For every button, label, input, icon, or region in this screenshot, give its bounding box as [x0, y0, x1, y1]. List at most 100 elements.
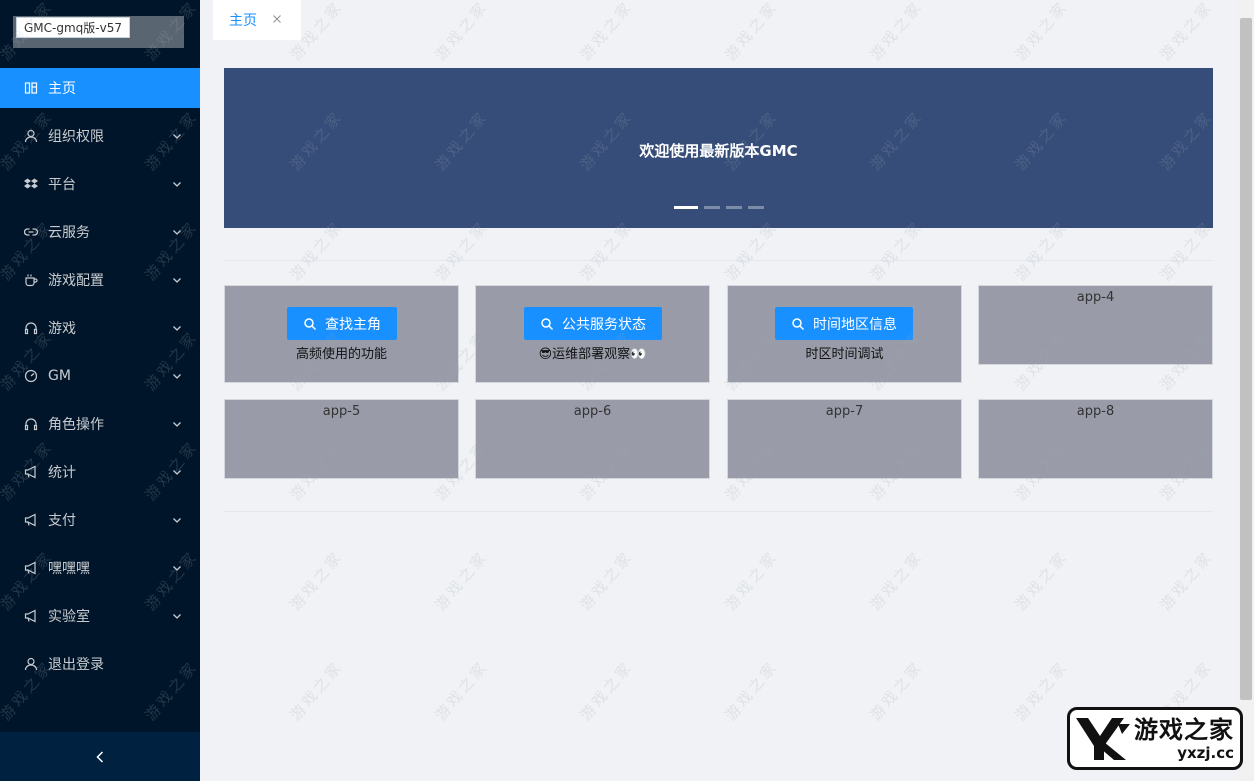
tab-home[interactable]: 主页 [213, 0, 301, 40]
watermark-text: 游戏之家 [866, 657, 927, 725]
carousel-dot[interactable] [726, 206, 742, 209]
sidebar-item-label: 云服务 [48, 225, 90, 241]
carousel-dots [674, 206, 764, 209]
sidebar-item-statistics[interactable]: 统计 [0, 448, 200, 496]
carousel-dot[interactable] [704, 206, 720, 209]
button-label: 时间地区信息 [813, 316, 897, 333]
sidebar-item-label: 实验室 [48, 609, 90, 625]
watermark-text: 游戏之家 [721, 547, 782, 615]
card-subtitle: 高频使用的功能 [295, 347, 387, 362]
chevron-down-icon [173, 422, 181, 427]
sidebar-item-cloud-service[interactable]: 云服务 [0, 208, 200, 256]
app-card[interactable]: app-6 [475, 399, 710, 479]
sidebar-item-label: 退出登录 [48, 657, 104, 673]
sidebar-item-label: GM [48, 368, 71, 384]
scrollbar-thumb[interactable] [1240, 18, 1252, 700]
sidebar-item-role-ops[interactable]: 角色操作 [0, 400, 200, 448]
site-logo: 游戏之家 yxzj.cc [1067, 707, 1243, 770]
card-subtitle: 😎运维部署观察👀 [538, 347, 647, 362]
sidebar-item-platform[interactable]: 平台 [0, 160, 200, 208]
find-player-button[interactable]: 查找主角 [287, 307, 397, 340]
watermark-text: 游戏之家 [1011, 657, 1072, 725]
sidebar-item-payment[interactable]: 支付 [0, 496, 200, 544]
headset-icon [24, 321, 38, 335]
sidebar-item-label: 统计 [48, 465, 76, 481]
carousel-dot[interactable] [748, 206, 764, 209]
chevron-left-icon [96, 750, 104, 763]
watermark-text: 游戏之家 [1156, 547, 1217, 615]
sound-icon [24, 465, 38, 479]
user-icon [24, 657, 38, 671]
sidebar-item-lab[interactable]: 实验室 [0, 592, 200, 640]
sidebar-item-org-permissions[interactable]: 组织权限 [0, 112, 200, 160]
sidebar-item-game-config[interactable]: 游戏配置 [0, 256, 200, 304]
sidebar-menu: 主页 组织权限 平台 云服务 游戏配置 游戏 GM 角色操作 统计 支付 嘿嘿嘿… [0, 68, 200, 688]
button-label: 查找主角 [325, 316, 381, 333]
sound-icon [24, 561, 38, 575]
chevron-down-icon [173, 374, 181, 379]
site-logo-domain: yxzj.cc [1177, 743, 1234, 762]
timezone-info-button[interactable]: 时间地区信息 [775, 307, 913, 340]
search-icon [792, 317, 805, 330]
app-card: 公共服务状态 😎运维部署观察👀 [475, 285, 710, 383]
app-card[interactable]: app-7 [727, 399, 962, 479]
sidebar-item-logout[interactable]: 退出登录 [0, 640, 200, 688]
chevron-down-icon [173, 470, 181, 475]
divider [224, 260, 1213, 261]
card-subtitle: 时区时间调试 [805, 347, 884, 362]
watermark-text: 游戏之家 [1011, 547, 1072, 615]
sidebar-item-gm[interactable]: GM [0, 352, 200, 400]
divider [224, 511, 1213, 512]
sidebar-item-game[interactable]: 游戏 [0, 304, 200, 352]
carousel-dot[interactable] [674, 206, 698, 209]
version-tag: GMC-gmq版-v57 [16, 17, 130, 38]
chevron-down-icon [173, 278, 181, 283]
watermark-text: 游戏之家 [431, 657, 492, 725]
chevron-down-icon [173, 614, 181, 619]
sidebar-item-home[interactable]: 主页 [0, 68, 200, 108]
headset-icon [24, 417, 38, 431]
search-icon [541, 317, 554, 330]
card-title: app-6 [573, 404, 612, 419]
public-service-status-button[interactable]: 公共服务状态 [524, 307, 662, 340]
sidebar-item-label: 主页 [48, 81, 76, 97]
chevron-down-icon [173, 182, 181, 187]
tab-label: 主页 [229, 13, 257, 29]
banner-carousel: 欢迎使用最新版本GMC [224, 68, 1213, 228]
app-card: 查找主角 高频使用的功能 [224, 285, 459, 383]
sidebar-item-label: 游戏配置 [48, 273, 104, 289]
sidebar-item-label: 支付 [48, 513, 76, 529]
home-icon [24, 81, 38, 95]
coffee-icon [24, 273, 38, 287]
close-icon[interactable] [271, 13, 283, 25]
app-card[interactable]: app-5 [224, 399, 459, 479]
chevron-down-icon [173, 566, 181, 571]
app-card[interactable]: app-4 [978, 285, 1213, 365]
card-title: app-8 [1076, 404, 1115, 419]
search-icon [304, 317, 317, 330]
site-logo-name: 游戏之家 [1134, 715, 1234, 744]
yx-logo-icon [1076, 717, 1130, 760]
sidebar-item-label: 角色操作 [48, 417, 104, 433]
link-icon [24, 225, 38, 239]
sidebar-item-heiheihei[interactable]: 嘿嘿嘿 [0, 544, 200, 592]
chevron-down-icon [173, 134, 181, 139]
sidebar-item-label: 游戏 [48, 321, 76, 337]
watermark-text: 游戏之家 [576, 657, 637, 725]
watermark-text: 游戏之家 [286, 547, 347, 615]
sidebar-collapse-button[interactable] [0, 732, 200, 781]
app-card[interactable]: app-8 [978, 399, 1213, 479]
chevron-down-icon [173, 518, 181, 523]
sidebar: GMC-gmq版-v57 主页 组织权限 平台 云服务 游戏配置 游戏 GM 角… [0, 0, 200, 781]
watermark-text: 游戏之家 [576, 547, 637, 615]
app-card: 时间地区信息 时区时间调试 [727, 285, 962, 383]
card-title: app-4 [1076, 290, 1115, 305]
chevron-down-icon [173, 326, 181, 331]
watermark-text: 游戏之家 [866, 547, 927, 615]
sound-icon [24, 513, 38, 527]
watermark-text: 游戏之家 [286, 657, 347, 725]
user-icon [24, 129, 38, 143]
banner-title: 欢迎使用最新版本GMC [639, 142, 798, 160]
button-label: 公共服务状态 [562, 316, 646, 333]
card-title: app-5 [322, 404, 361, 419]
